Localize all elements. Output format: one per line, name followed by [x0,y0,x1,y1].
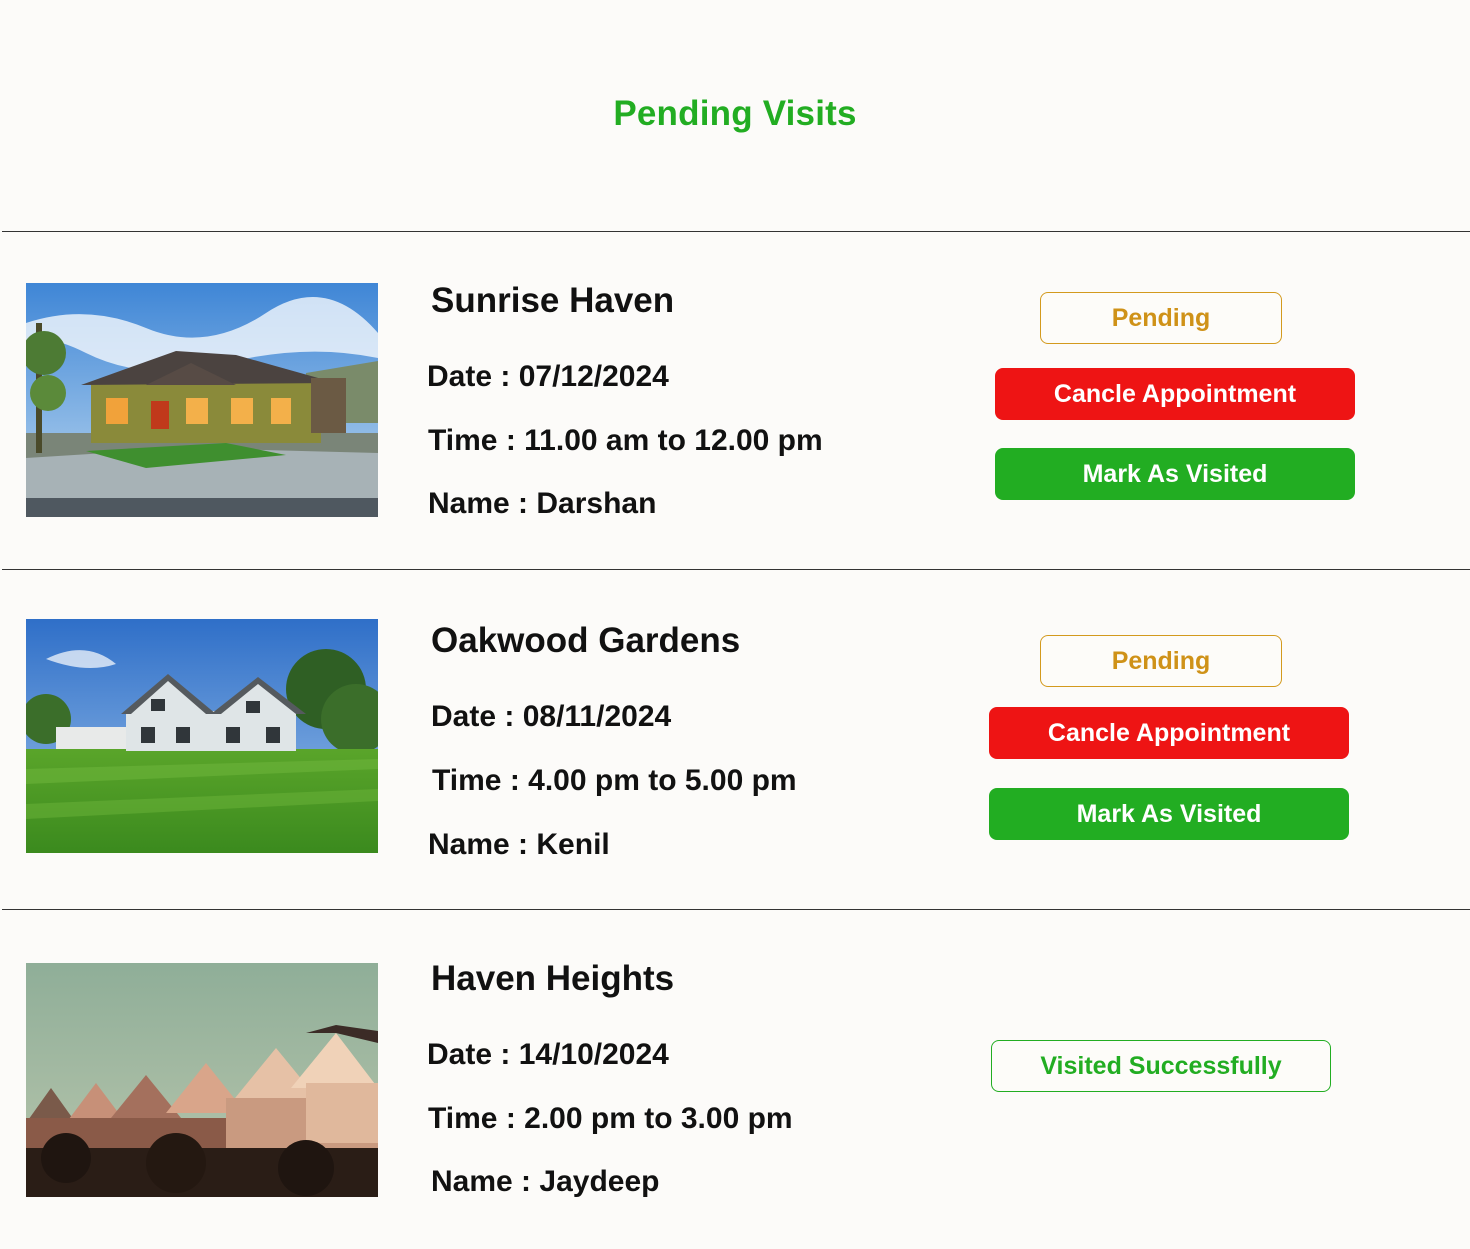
property-name: Haven Heights [431,959,675,998]
time-label: Time : [432,764,520,797]
page-title: Pending Visits [613,94,857,133]
name-value: Kenil [536,828,610,861]
property-name: Sunrise Haven [431,281,675,320]
time-value: 4.00 pm to 5.00 pm [528,764,797,797]
visit-date: Date : 08/11/2024 [431,700,671,734]
name-label: Name : [431,1165,532,1198]
name-label: Name : [428,828,529,861]
property-name: Oakwood Gardens [431,621,741,660]
mark-as-visited-button[interactable]: Mark As Visited [995,448,1355,500]
date-label: Date : [427,360,511,393]
date-label: Date : [431,700,515,733]
cancel-appointment-button[interactable]: Cancle Appointment [989,707,1349,759]
divider [2,569,1470,570]
date-label: Date : [427,1038,511,1071]
time-value: 11.00 am to 12.00 pm [524,424,823,457]
date-value: 14/10/2024 [518,1038,669,1071]
visit-time: Time : 2.00 pm to 3.00 pm [428,1102,793,1136]
visited-successfully-badge: Visited Successfully [991,1040,1331,1092]
date-value: 08/11/2024 [522,700,672,733]
cancel-appointment-button[interactable]: Cancle Appointment [995,368,1355,420]
name-label: Name : [428,487,529,520]
date-value: 07/12/2024 [518,360,669,393]
visitor-name: Name : Jaydeep [431,1165,659,1199]
time-label: Time : [428,424,516,457]
mark-as-visited-button[interactable]: Mark As Visited [989,788,1349,840]
visitor-name: Name : Kenil [428,828,610,862]
property-photo [26,283,378,517]
property-photo [26,619,378,853]
visit-date: Date : 07/12/2024 [427,360,669,394]
divider [2,231,1470,232]
pending-status-button[interactable]: Pending [1040,635,1282,687]
visitor-name: Name : Darshan [428,487,656,521]
name-value: Jaydeep [539,1165,660,1198]
time-label: Time : [428,1102,516,1135]
visit-time: Time : 11.00 am to 12.00 pm [428,424,823,458]
name-value: Darshan [536,487,657,520]
pending-status-button[interactable]: Pending [1040,292,1282,344]
visit-time: Time : 4.00 pm to 5.00 pm [432,764,797,798]
visit-date: Date : 14/10/2024 [427,1038,669,1072]
property-photo [26,963,378,1197]
time-value: 2.00 pm to 3.00 pm [524,1102,793,1135]
divider [2,909,1470,910]
